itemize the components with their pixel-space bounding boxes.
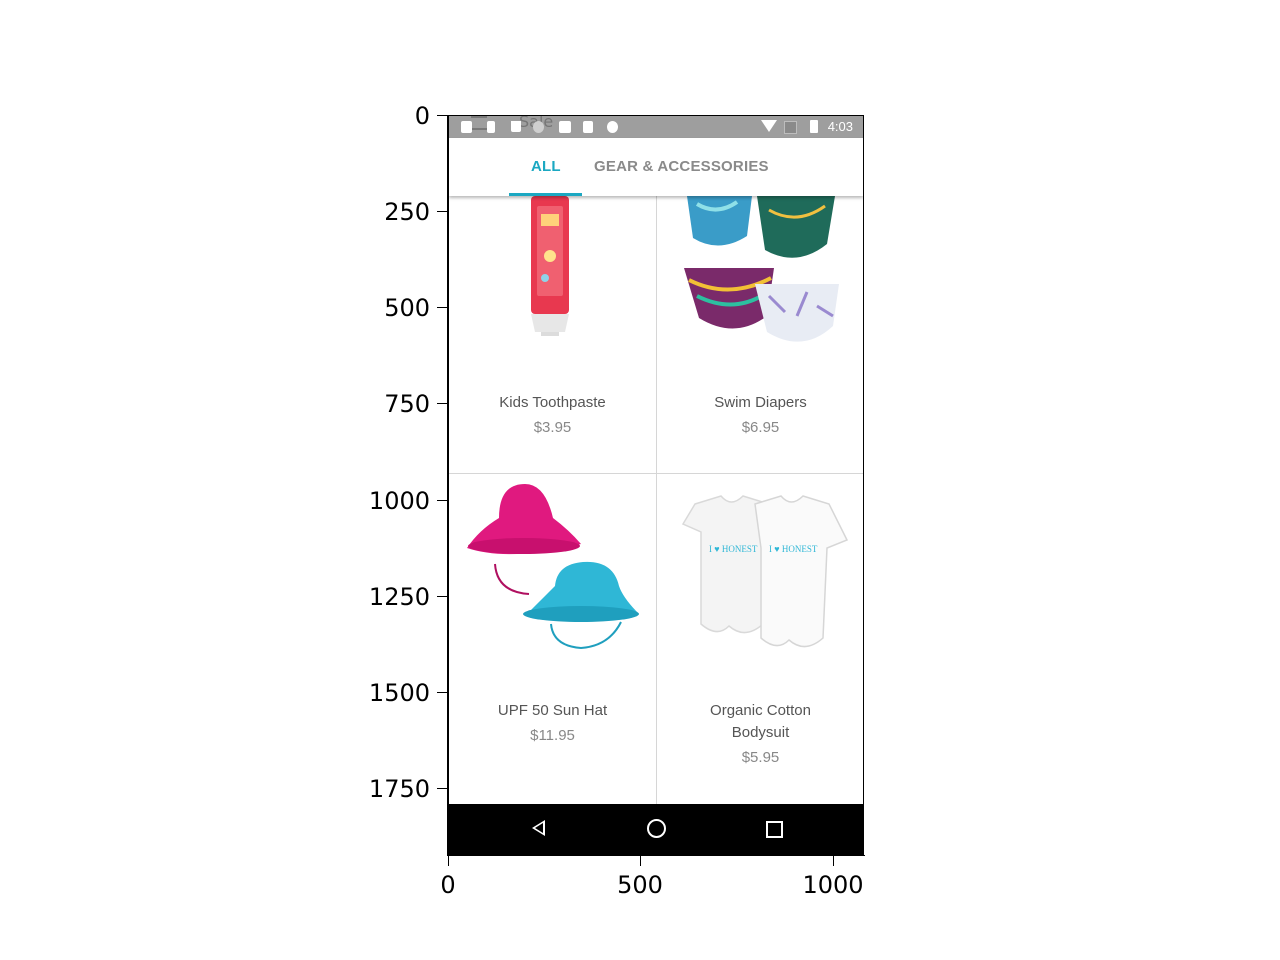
product-name: Organic Cotton	[710, 702, 811, 719]
back-icon[interactable]	[532, 820, 545, 836]
product-price: $3.95	[533, 419, 572, 436]
product-grid: Kids Toothpaste $3.95 Swim Diapers $6.95	[449, 196, 863, 806]
x-tick	[448, 856, 449, 866]
swim-diapers-image	[684, 196, 839, 342]
y-tick	[437, 115, 447, 116]
bodysuit-print: I ♥ HONEST	[709, 544, 758, 554]
bodysuit-print: I ♥ HONEST	[769, 544, 818, 554]
product-name: Swim Diapers	[714, 394, 807, 411]
x-tick	[833, 856, 834, 866]
status-bar: Sale 4:03	[449, 116, 863, 138]
bodysuit-image: I ♥ HONEST I ♥ HONEST	[681, 495, 849, 648]
x-axis	[447, 855, 865, 856]
y-tick	[437, 596, 447, 597]
x-tick	[640, 856, 641, 866]
product-name: UPF 50 Sun Hat	[497, 702, 608, 719]
tab-indicator	[509, 193, 582, 196]
y-tick-label: 250	[384, 198, 430, 226]
y-tick	[437, 500, 447, 501]
product-name: Bodysuit	[731, 724, 790, 741]
tab-bar: ALL GEAR & ACCESSORIES	[449, 138, 863, 196]
y-tick-label: 0	[414, 102, 430, 130]
tab-all[interactable]: ALL	[531, 158, 561, 175]
home-icon[interactable]	[647, 819, 666, 838]
x-tick-label: 0	[440, 871, 456, 899]
phone-screen: Sale 4:03 ALL GEAR & ACCESSORIES	[448, 115, 864, 855]
download-icon	[511, 121, 521, 132]
sun-hat-image	[467, 484, 639, 650]
y-tick	[437, 403, 447, 404]
recents-icon[interactable]	[766, 821, 783, 838]
product-card-swim-diapers[interactable]: Swim Diapers $6.95	[657, 196, 863, 473]
y-tick	[437, 307, 447, 308]
x-tick-label: 500	[617, 871, 663, 899]
y-tick	[437, 788, 447, 789]
x-tick-label: 1000	[802, 871, 864, 899]
facebook-icon	[461, 121, 472, 133]
nav-bar	[449, 804, 863, 854]
y-tick-label: 1250	[368, 583, 430, 611]
lock-icon	[583, 121, 593, 133]
y-tick-label: 1750	[368, 775, 430, 803]
y-tick-label: 1000	[368, 487, 430, 515]
product-price: $5.95	[741, 749, 780, 766]
y-tick	[437, 211, 447, 212]
product-price: $11.95	[530, 727, 575, 744]
toothpaste-image	[531, 196, 569, 336]
signal-icon	[784, 121, 797, 134]
y-tick	[437, 692, 447, 693]
clock: 4:03	[827, 119, 853, 134]
product-card-toothpaste[interactable]: Kids Toothpaste $3.95	[449, 196, 656, 473]
product-card-bodysuit[interactable]: I ♥ HONEST I ♥ HONEST Organic Cotton Bod…	[657, 474, 863, 806]
wifi-icon	[761, 120, 777, 132]
tab-gear-accessories[interactable]: GEAR & ACCESSORIES	[594, 158, 769, 175]
y-tick-label: 1500	[368, 679, 430, 707]
menu-icon	[471, 116, 487, 130]
y-tick-label: 750	[384, 390, 430, 418]
notification-icon	[487, 121, 495, 133]
product-card-sun-hat[interactable]: UPF 50 Sun Hat $11.95	[449, 474, 656, 806]
battery-icon	[810, 120, 818, 133]
android-icon	[607, 121, 618, 133]
product-name: Kids Toothpaste	[499, 394, 606, 411]
alarm-icon	[533, 121, 544, 133]
y-tick-label: 500	[384, 294, 430, 322]
satellite-icon	[559, 121, 571, 133]
product-price: $6.95	[741, 419, 780, 436]
